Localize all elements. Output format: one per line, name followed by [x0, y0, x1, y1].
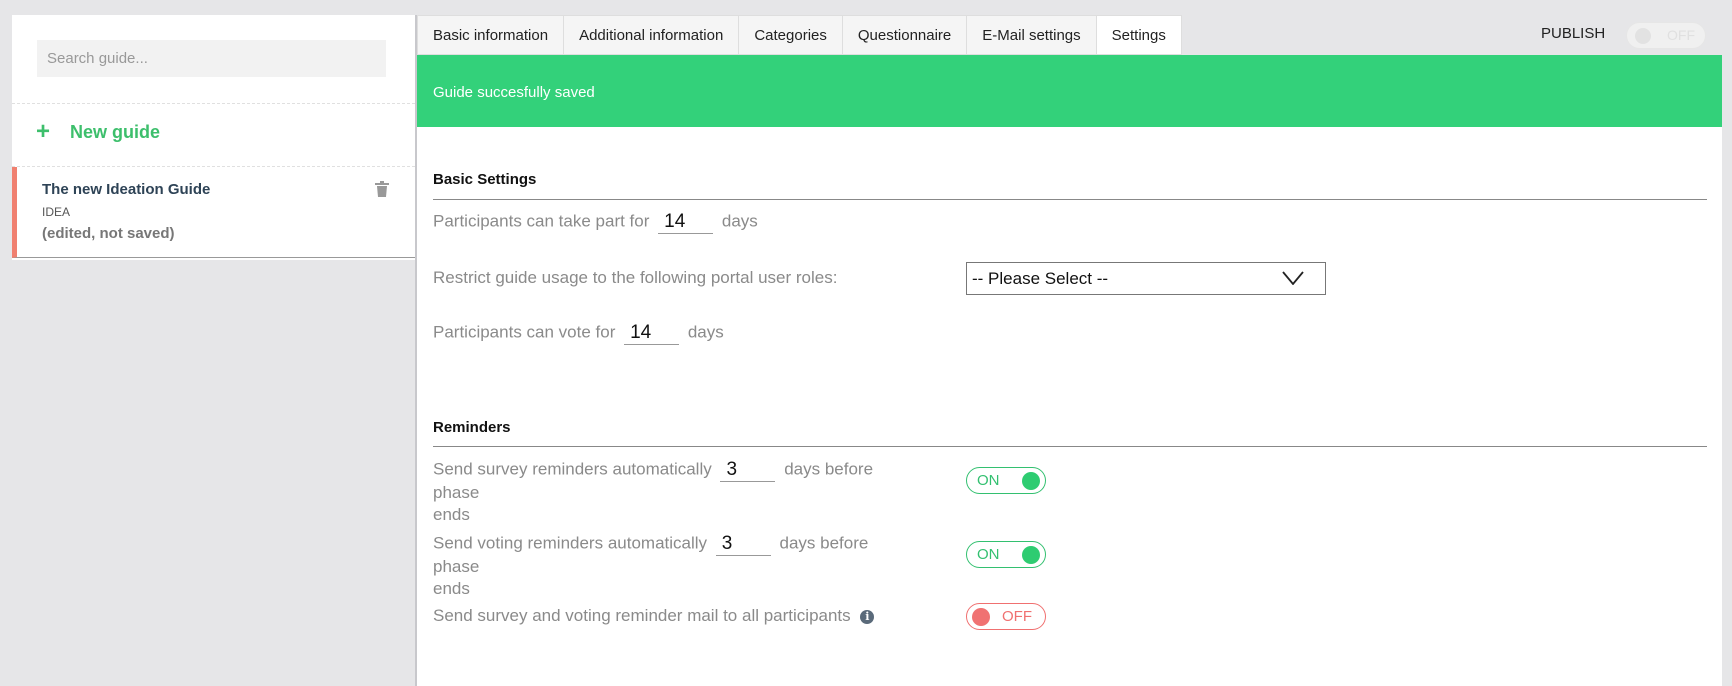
publish-toggle[interactable]: OFF	[1626, 22, 1706, 49]
voting-reminder-toggle[interactable]: ON	[966, 541, 1046, 568]
new-guide-button[interactable]: + New guide	[36, 120, 160, 144]
toggle-text: OFF	[1002, 608, 1032, 625]
vote-suffix: days	[687, 322, 724, 342]
info-icon[interactable]: i	[860, 609, 875, 624]
toggle-text: ON	[977, 472, 1000, 489]
user-roles-selected: -- Please Select --	[972, 269, 1109, 288]
survey-reminder-prefix: Send survey reminders automatically	[433, 459, 712, 479]
all-participants-label: Send survey and voting reminder mail to …	[433, 606, 851, 625]
tab-categories[interactable]: Categories	[738, 15, 842, 55]
survey-reminder-suffix-end: ends	[433, 505, 470, 524]
toggle-text: ON	[977, 546, 1000, 563]
survey-reminder-toggle[interactable]: ON	[966, 467, 1046, 494]
guide-type: IDEA	[42, 205, 71, 219]
vote-prefix: Participants can vote for	[433, 322, 616, 342]
search-guide-input[interactable]	[37, 40, 386, 77]
sidebar-divider	[12, 103, 415, 104]
toggle-knob	[1635, 28, 1651, 44]
guide-list-item[interactable]: The new Ideation Guide IDEA (edited, not…	[12, 167, 415, 258]
guide-status: (edited, not saved)	[42, 225, 175, 242]
take-part-row: Participants can take part for days	[433, 210, 758, 234]
guide-sidebar: + New guide The new Ideation Guide IDEA …	[12, 15, 415, 260]
user-roles-select[interactable]: -- Please Select --	[966, 262, 1326, 295]
publish-label: PUBLISH	[1541, 25, 1606, 42]
tab-email-settings[interactable]: E-Mail settings	[966, 15, 1096, 55]
take-part-days-input[interactable]	[658, 210, 714, 234]
success-banner: Guide succesfully saved	[417, 55, 1722, 127]
basic-settings-heading: Basic Settings	[433, 171, 537, 188]
section-divider	[433, 199, 1707, 200]
all-participants-toggle[interactable]: OFF	[966, 603, 1046, 630]
take-part-prefix: Participants can take part for	[433, 211, 650, 231]
toggle-knob	[1022, 472, 1040, 490]
publish-toggle-text: OFF	[1667, 27, 1695, 43]
take-part-suffix: days	[721, 211, 758, 231]
section-divider	[433, 446, 1707, 447]
tab-settings[interactable]: Settings	[1095, 15, 1182, 55]
tab-basic-information[interactable]: Basic information	[417, 15, 564, 55]
tab-additional-information[interactable]: Additional information	[563, 15, 739, 55]
voting-reminder-prefix: Send voting reminders automatically	[433, 533, 708, 553]
guide-title: The new Ideation Guide	[42, 181, 211, 198]
all-participants-row: Send survey and voting reminder mail to …	[433, 605, 875, 627]
plus-icon: +	[36, 118, 51, 145]
survey-reminder-days-input[interactable]	[720, 458, 776, 482]
toggle-knob	[1022, 546, 1040, 564]
settings-panel: Guide succesfully saved Basic Settings P…	[417, 55, 1722, 686]
chevron-down-icon	[1282, 271, 1304, 285]
voting-reminder-days-input[interactable]	[715, 532, 771, 556]
vote-row: Participants can vote for days	[433, 321, 724, 345]
trash-icon[interactable]	[375, 181, 389, 197]
tab-questionnaire[interactable]: Questionnaire	[841, 15, 967, 55]
survey-reminder-row: Send survey reminders automatically days…	[433, 458, 913, 526]
tab-bar: Basic information Additional information…	[417, 15, 1182, 55]
vote-days-input[interactable]	[624, 321, 680, 345]
toggle-knob	[972, 608, 990, 626]
reminders-heading: Reminders	[433, 419, 511, 436]
new-guide-label: New guide	[70, 121, 161, 142]
banner-message: Guide succesfully saved	[433, 84, 595, 101]
voting-reminder-row: Send voting reminders automatically days…	[433, 532, 913, 600]
restrict-roles-label: Restrict guide usage to the following po…	[433, 268, 838, 287]
voting-reminder-suffix-end: ends	[433, 579, 470, 598]
